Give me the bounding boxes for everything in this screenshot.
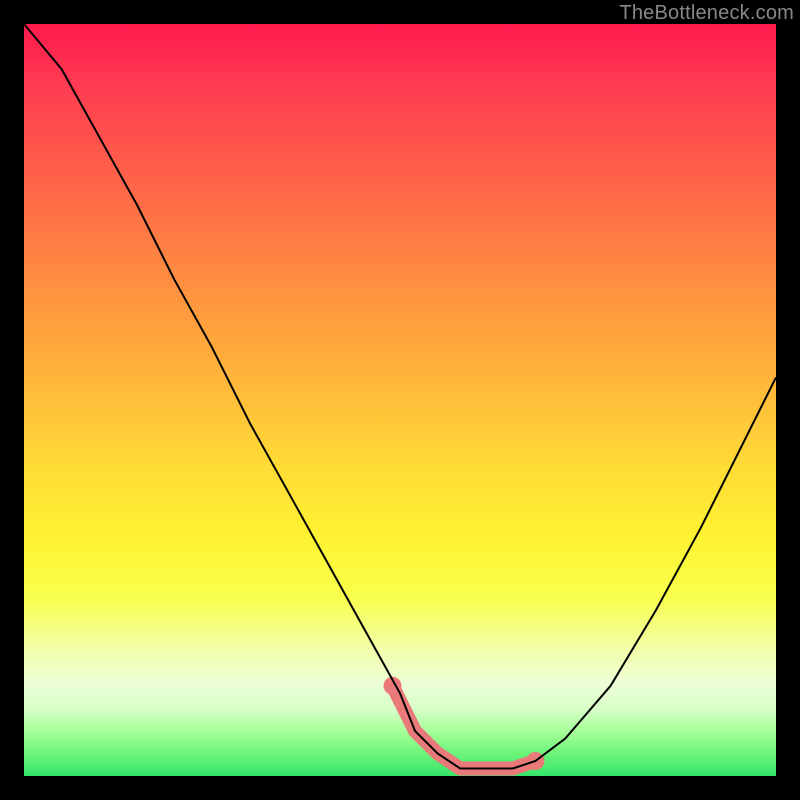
chart-frame: TheBottleneck.com (0, 0, 800, 800)
watermark-text: TheBottleneck.com (619, 2, 794, 25)
chart-gradient-background (24, 24, 776, 776)
